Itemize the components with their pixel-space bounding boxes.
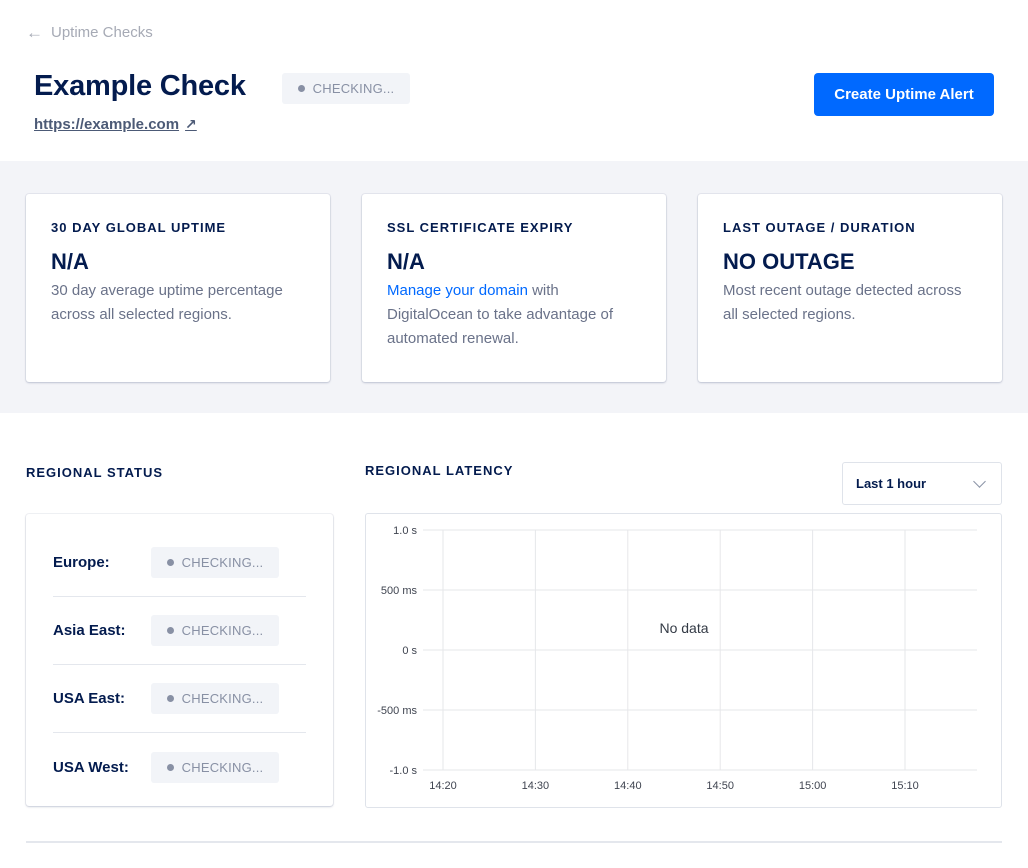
regional-status-card: Europe: CHECKING... Asia East: CHECKING.… (26, 514, 333, 806)
y-tick-label: 1.0 s (393, 525, 417, 537)
stat-description: Most recent outage detected across all s… (723, 282, 962, 323)
stat-value: N/A (51, 249, 89, 274)
region-status-badge: CHECKING... (151, 751, 279, 783)
x-tick-label: 15:10 (891, 780, 919, 792)
stat-card-last-outage: LAST OUTAGE / DURATION NO OUTAGE Most re… (698, 194, 1002, 382)
stat-label: SSL CERTIFICATE EXPIRY (387, 220, 574, 235)
check-status-badge: CHECKING... (282, 73, 410, 104)
x-tick-label: 14:40 (614, 780, 642, 792)
y-tick-label: -1.0 s (389, 765, 417, 777)
create-uptime-alert-button[interactable]: Create Uptime Alert (814, 73, 994, 116)
stats-band: 30 DAY GLOBAL UPTIME N/A 30 day average … (0, 161, 1028, 413)
stat-card-global-uptime: 30 DAY GLOBAL UPTIME N/A 30 day average … (26, 194, 330, 382)
section-divider (26, 841, 1002, 843)
region-row: USA West: CHECKING... (53, 733, 306, 801)
region-status-text: CHECKING... (181, 759, 264, 775)
y-tick-label: 0 s (402, 645, 417, 657)
region-status-text: CHECKING... (181, 691, 264, 706)
regional-latency-heading: REGIONAL LATENCY (365, 463, 514, 478)
latency-chart: 14:20 14:30 14:40 14:50 15:00 15:10 1.0 s 500 m… (365, 513, 1002, 808)
region-row: USA East: CHECKING... (53, 665, 306, 733)
region-row: Asia East: CHECKING... (53, 597, 306, 665)
status-dot-icon (297, 85, 305, 92)
status-dot-icon (166, 695, 174, 702)
region-name: USA East: (53, 690, 125, 707)
arrow-left-icon: ← (26, 23, 43, 42)
status-dot-icon (166, 559, 174, 566)
region-name: USA West: (53, 758, 129, 776)
stat-description: Manage your domain with DigitalOcean to … (387, 279, 641, 351)
page-title: Example Check (34, 70, 246, 102)
back-link-label: Uptime Checks (51, 24, 153, 41)
manage-domain-link[interactable]: Manage your domain (387, 282, 528, 299)
latency-chart-svg: 14:20 14:30 14:40 14:50 15:00 15:10 1.0 s 500 m… (377, 525, 977, 792)
no-data-message: No data (659, 620, 708, 636)
stat-value: NO OUTAGE (723, 249, 855, 274)
stat-description: 30 day average uptime percentage across … (51, 282, 283, 323)
x-tick-label: 15:00 (799, 780, 827, 792)
stat-label: LAST OUTAGE / DURATION (723, 220, 916, 235)
x-tick-label: 14:50 (706, 780, 734, 792)
time-range-select[interactable]: Last 1 hour (842, 462, 1002, 505)
x-tick-label: 14:20 (429, 780, 457, 792)
stat-card-ssl-expiry: SSL CERTIFICATE EXPIRY N/A Manage your d… (362, 194, 666, 382)
region-status-badge: CHECKING... (151, 615, 279, 646)
region-status-badge: CHECKING... (151, 547, 279, 578)
external-link-icon: ↗ (185, 116, 197, 132)
check-url-text: https://example.com (34, 116, 180, 133)
status-dot-icon (166, 627, 174, 634)
status-text: CHECKING... (312, 81, 395, 96)
region-status-badge: CHECKING... (151, 683, 279, 714)
time-range-value: Last 1 hour (856, 476, 927, 491)
region-status-text: CHECKING... (181, 555, 264, 570)
status-dot-icon (166, 763, 174, 771)
check-url-link[interactable]: https://example.com ↗ (34, 116, 197, 133)
back-to-uptime-checks-link[interactable]: ← Uptime Checks (26, 24, 153, 41)
stat-label: 30 DAY GLOBAL UPTIME (51, 220, 227, 235)
stat-value: N/A (387, 249, 425, 274)
x-tick-label: 14:30 (522, 780, 550, 792)
y-tick-label: 500 ms (381, 585, 418, 597)
region-row: Europe: CHECKING... (53, 529, 306, 597)
region-status-text: CHECKING... (181, 623, 264, 638)
region-name: Asia East: (53, 622, 126, 639)
region-name: Europe: (53, 554, 110, 571)
regional-status-heading: REGIONAL STATUS (26, 465, 164, 480)
y-tick-label: -500 ms (377, 705, 417, 717)
chevron-down-icon (973, 474, 986, 488)
